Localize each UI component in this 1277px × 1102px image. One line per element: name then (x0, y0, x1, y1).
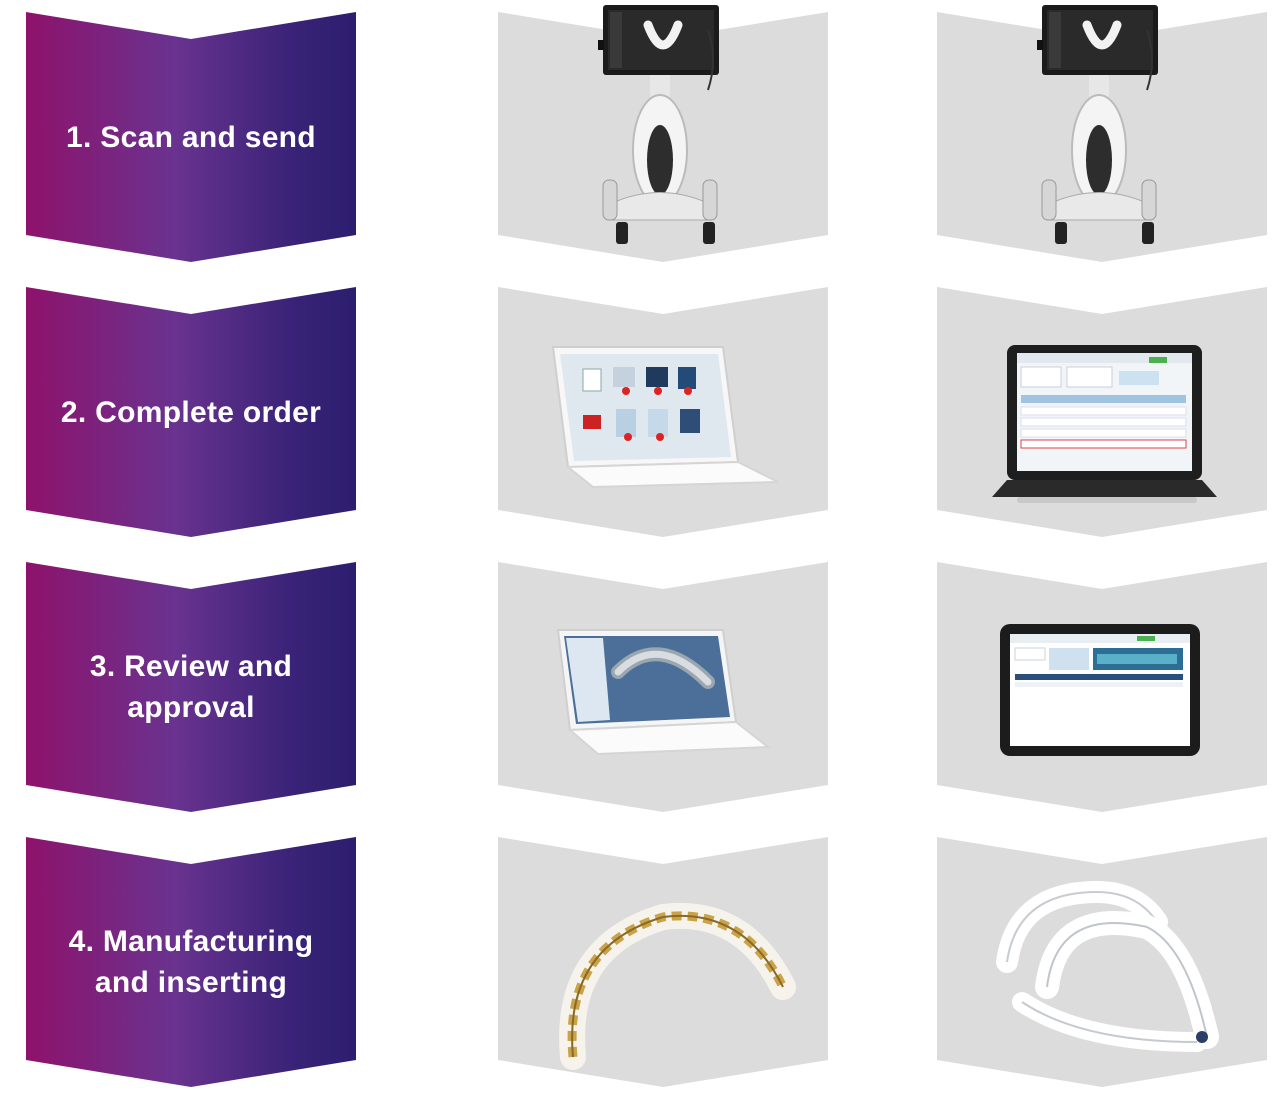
step-3-chevron: 3. Review and approval (26, 562, 356, 812)
step-1-right-panel (937, 12, 1267, 262)
step-3-right-panel (937, 562, 1267, 812)
step-4-label: 4. Manufacturing and inserting (68, 925, 314, 999)
step-2-right-panel (937, 287, 1267, 537)
step-2-label: 2. Complete order (60, 395, 322, 429)
step-2-left-panel (498, 287, 828, 537)
step-4-left-panel (498, 837, 828, 1087)
step-1-chevron: 1. Scan and send (26, 12, 356, 262)
step-4-right-panel (937, 837, 1267, 1087)
step-3-label: 3. Review and approval (89, 650, 293, 724)
step-1-left-panel (498, 12, 828, 262)
step-4-chevron: 4. Manufacturing and inserting (26, 837, 356, 1087)
step-1-label: 1. Scan and send (66, 120, 316, 154)
step-3-left-panel (498, 562, 828, 812)
step-2-chevron: 2. Complete order (26, 287, 356, 537)
